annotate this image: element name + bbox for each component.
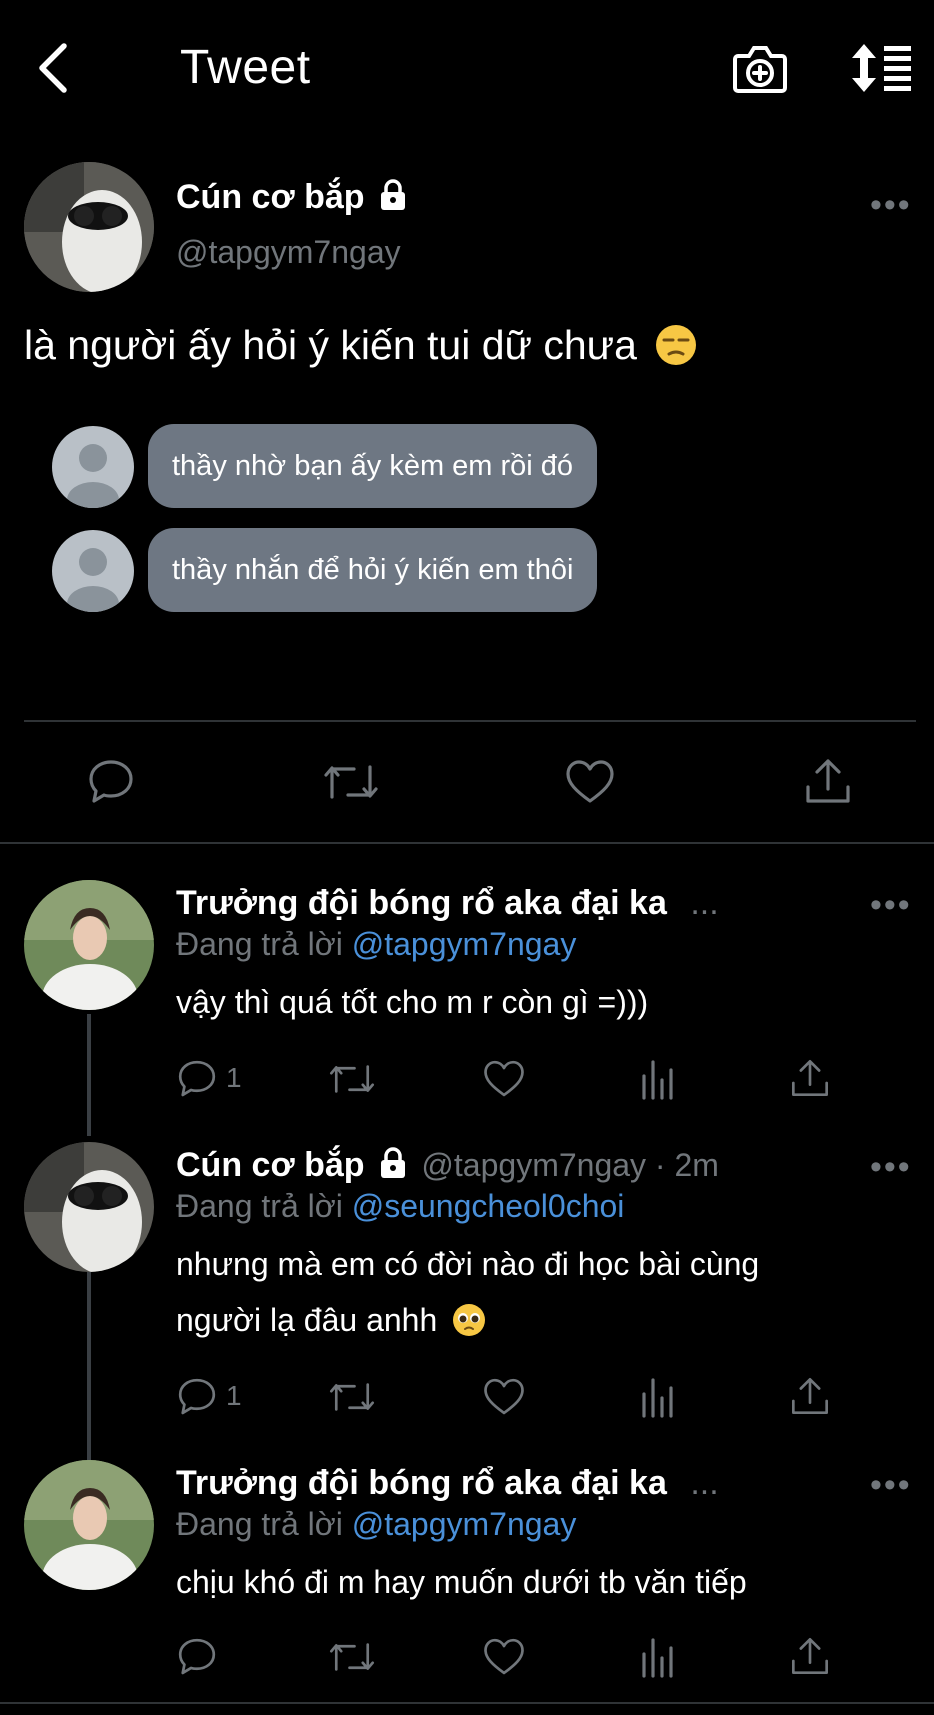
chat-bubble: thầy nhắn để hỏi ý kiến em thôi: [148, 528, 598, 612]
dog-avatar-image: [24, 162, 154, 292]
more-options-icon[interactable]: •••: [870, 186, 912, 225]
like-icon[interactable]: [482, 1376, 526, 1418]
reply-meta: @tapgym7ngay · 2m: [421, 1147, 719, 1183]
reply-count: 1: [226, 1380, 242, 1411]
replying-to: Đang trả lời @tapgym7ngay: [176, 1506, 577, 1542]
back-arrow-icon[interactable]: [34, 42, 74, 94]
reply-count: 1: [226, 1062, 242, 1093]
divider: [24, 720, 916, 722]
mention-link[interactable]: @tapgym7ngay: [352, 1506, 577, 1542]
chat-avatar: [52, 426, 134, 508]
reply-author-name[interactable]: Trưởng đội bóng rổ aka đại ka ...: [176, 1464, 719, 1503]
person-avatar-image: [24, 1460, 154, 1590]
reply-author-name[interactable]: Trưởng đội bóng rổ aka đại ka ...: [176, 884, 719, 923]
mention-link[interactable]: @tapgym7ngay: [352, 926, 577, 962]
reply-icon[interactable]: [176, 1636, 218, 1678]
author-avatar[interactable]: [24, 162, 154, 292]
dog-avatar-image: [24, 1142, 154, 1272]
retweet-icon[interactable]: [328, 1058, 376, 1100]
like-icon[interactable]: [564, 757, 616, 807]
reply-text: chịu khó đi m hay muốn dưới tb văn tiếp: [176, 1564, 747, 1600]
analytics-icon[interactable]: [640, 1376, 676, 1418]
reply-text: vậy thì quá tốt cho m r còn gì =))): [176, 984, 649, 1020]
more-options-icon[interactable]: •••: [870, 1466, 912, 1505]
pleading-face-emoji: [453, 1303, 486, 1336]
reply-text: nhưng mà em có đời nào đi học bài cùng n…: [176, 1246, 760, 1338]
replying-to: Đang trả lời @tapgym7ngay: [176, 926, 577, 962]
retweet-icon[interactable]: [328, 1636, 376, 1678]
more-options-icon[interactable]: •••: [870, 886, 912, 925]
replying-to: Đang trả lời @seungcheol0choi: [176, 1188, 625, 1224]
share-icon[interactable]: [790, 1634, 830, 1678]
sort-order-icon[interactable]: [850, 42, 914, 94]
replier-avatar[interactable]: [24, 1142, 154, 1272]
reply-icon[interactable]: [176, 1058, 218, 1100]
author-name[interactable]: Cún cơ bắp: [176, 178, 408, 217]
page-title: Tweet: [180, 41, 311, 94]
more-options-icon[interactable]: •••: [870, 1148, 912, 1187]
author-handle[interactable]: @tapgym7ngay: [176, 234, 401, 271]
thread-line: [87, 1272, 91, 1462]
person-avatar-image: [24, 880, 154, 1010]
share-icon[interactable]: [790, 1374, 830, 1418]
reply-icon[interactable]: [86, 757, 136, 807]
reply-icon[interactable]: [176, 1376, 218, 1418]
retweet-icon[interactable]: [322, 757, 380, 807]
chat-avatar: [52, 530, 134, 612]
share-icon[interactable]: [804, 755, 852, 807]
lock-icon: [380, 179, 405, 211]
analytics-icon[interactable]: [640, 1058, 676, 1100]
analytics-icon[interactable]: [640, 1636, 676, 1678]
mention-link[interactable]: @seungcheol0choi: [352, 1188, 625, 1224]
like-icon[interactable]: [482, 1636, 526, 1678]
thread-line: [87, 1014, 91, 1136]
tweet-text: là người ấy hỏi ý kiến tui dữ chưa: [24, 322, 698, 369]
divider: [0, 1702, 934, 1704]
camera-plus-icon[interactable]: [732, 42, 788, 94]
retweet-icon[interactable]: [328, 1376, 376, 1418]
replier-avatar[interactable]: [24, 1460, 154, 1590]
like-icon[interactable]: [482, 1058, 526, 1100]
reply-author-name[interactable]: Cún cơ bắp @tapgym7ngay · 2m: [176, 1146, 719, 1185]
divider: [0, 842, 934, 844]
unamused-face-emoji: [656, 325, 697, 366]
replier-avatar[interactable]: [24, 880, 154, 1010]
lock-icon: [380, 1147, 405, 1179]
share-icon[interactable]: [790, 1056, 830, 1100]
chat-bubble: thầy nhờ bạn ấy kèm em rồi đó: [148, 424, 598, 508]
